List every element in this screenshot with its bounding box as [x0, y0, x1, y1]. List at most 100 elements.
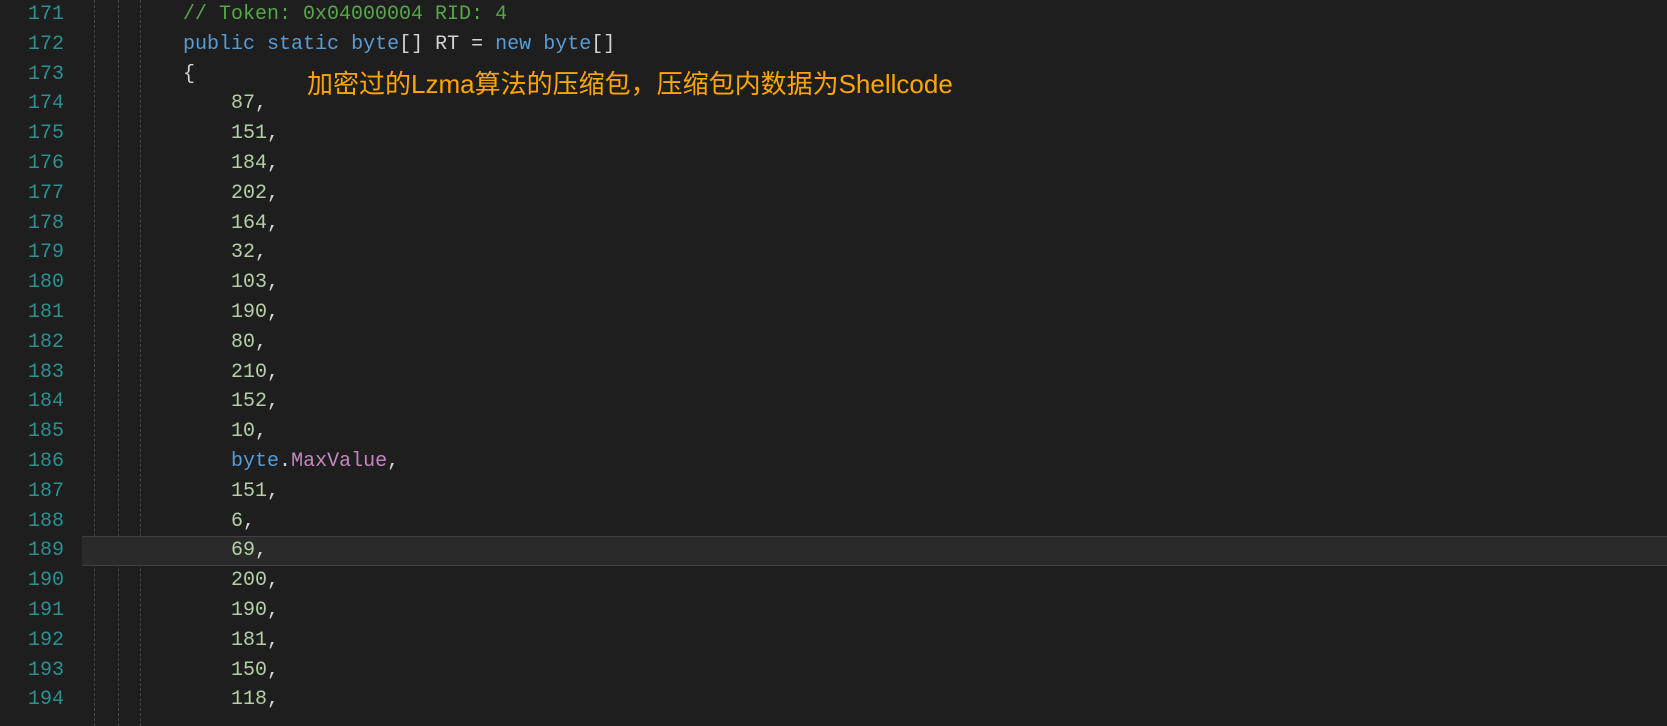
comma: , [267, 659, 279, 682]
line-number[interactable]: 176 [8, 149, 64, 179]
line-number[interactable]: 185 [8, 417, 64, 447]
code-lines: // Token: 0x04000004 RID: 4 public stati… [82, 0, 1667, 715]
line-number[interactable]: 172 [8, 30, 64, 60]
dot: . [279, 450, 291, 473]
line-number[interactable]: 180 [8, 268, 64, 298]
code-line[interactable]: 150, [82, 656, 1667, 686]
keyword-public: public [183, 33, 255, 56]
comma: , [255, 539, 267, 562]
byte-value: 69 [231, 539, 255, 562]
line-number[interactable]: 194 [8, 685, 64, 715]
comma: , [267, 122, 279, 145]
line-number[interactable]: 182 [8, 328, 64, 358]
comma: , [267, 390, 279, 413]
line-number[interactable]: 175 [8, 119, 64, 149]
comma: , [255, 420, 267, 443]
keyword-new: new [495, 33, 531, 56]
line-number[interactable]: 189 [8, 536, 64, 566]
brackets: [] [591, 33, 615, 56]
code-line[interactable]: 6, [82, 507, 1667, 537]
byte-value: 80 [231, 331, 255, 354]
comma: , [267, 301, 279, 324]
code-line[interactable]: 164, [82, 209, 1667, 239]
byte-value: 151 [231, 122, 267, 145]
byte-value: 190 [231, 301, 267, 324]
byte-value: 10 [231, 420, 255, 443]
comma: , [267, 599, 279, 622]
comma: , [243, 510, 255, 533]
byte-value: 103 [231, 271, 267, 294]
type-byte: byte [231, 450, 279, 473]
line-number[interactable]: 186 [8, 447, 64, 477]
code-line[interactable]: 151, [82, 119, 1667, 149]
comma: , [387, 450, 399, 473]
line-number[interactable]: 179 [8, 238, 64, 268]
code-line[interactable]: 32, [82, 238, 1667, 268]
code-line[interactable]: 80, [82, 328, 1667, 358]
byte-value: 164 [231, 212, 267, 235]
line-number[interactable]: 171 [8, 0, 64, 30]
identifier: RT [435, 33, 459, 56]
line-number[interactable]: 192 [8, 626, 64, 656]
code-area[interactable]: 加密过的Lzma算法的压缩包，压缩包内数据为Shellcode // Token… [82, 0, 1667, 726]
code-line[interactable]: 202, [82, 179, 1667, 209]
code-line[interactable]: 181, [82, 626, 1667, 656]
line-number[interactable]: 190 [8, 566, 64, 596]
annotation-overlay: 加密过的Lzma算法的压缩包，压缩包内数据为Shellcode [307, 70, 953, 100]
comma: , [267, 688, 279, 711]
code-line[interactable]: 184, [82, 149, 1667, 179]
line-number[interactable]: 181 [8, 298, 64, 328]
code-line[interactable]: 151, [82, 477, 1667, 507]
type-byte: byte [351, 33, 399, 56]
code-line[interactable]: 103, [82, 268, 1667, 298]
code-line[interactable]: byte.MaxValue, [82, 447, 1667, 477]
code-line[interactable]: 118, [82, 685, 1667, 715]
line-number[interactable]: 187 [8, 477, 64, 507]
byte-value: 87 [231, 92, 255, 115]
member-maxvalue: MaxValue [291, 450, 387, 473]
comma: , [267, 569, 279, 592]
byte-value: 150 [231, 659, 267, 682]
code-line-current[interactable]: 69, [82, 536, 1667, 566]
code-line[interactable]: // Token: 0x04000004 RID: 4 [82, 0, 1667, 30]
comma: , [267, 212, 279, 235]
comma: , [255, 331, 267, 354]
byte-value: 190 [231, 599, 267, 622]
byte-value: 202 [231, 182, 267, 205]
line-number[interactable]: 178 [8, 209, 64, 239]
brackets: [] [399, 33, 423, 56]
byte-value: 151 [231, 480, 267, 503]
byte-value: 6 [231, 510, 243, 533]
editor-container: 171 172 173 174 175 176 177 178 179 180 … [0, 0, 1667, 726]
line-number-gutter: 171 172 173 174 175 176 177 178 179 180 … [0, 0, 82, 726]
line-number[interactable]: 193 [8, 656, 64, 686]
line-number[interactable]: 188 [8, 507, 64, 537]
code-line[interactable]: 200, [82, 566, 1667, 596]
line-number[interactable]: 191 [8, 596, 64, 626]
byte-value: 152 [231, 390, 267, 413]
comma: , [267, 271, 279, 294]
byte-value: 200 [231, 569, 267, 592]
line-number[interactable]: 184 [8, 387, 64, 417]
line-number[interactable]: 183 [8, 358, 64, 388]
type-byte: byte [543, 33, 591, 56]
comma: , [255, 92, 267, 115]
comma: , [267, 361, 279, 384]
code-line[interactable]: 210, [82, 358, 1667, 388]
code-line[interactable]: 10, [82, 417, 1667, 447]
byte-value: 118 [231, 688, 267, 711]
line-number[interactable]: 174 [8, 89, 64, 119]
comma: , [267, 629, 279, 652]
code-line[interactable]: 152, [82, 387, 1667, 417]
code-line[interactable]: 190, [82, 596, 1667, 626]
open-brace: { [183, 63, 195, 86]
line-number[interactable]: 177 [8, 179, 64, 209]
code-line[interactable]: 190, [82, 298, 1667, 328]
code-line[interactable]: public static byte[] RT = new byte[] [82, 30, 1667, 60]
byte-value: 210 [231, 361, 267, 384]
byte-value: 181 [231, 629, 267, 652]
line-number[interactable]: 173 [8, 60, 64, 90]
keyword-static: static [267, 33, 339, 56]
byte-value: 32 [231, 241, 255, 264]
assign: = [459, 33, 495, 56]
